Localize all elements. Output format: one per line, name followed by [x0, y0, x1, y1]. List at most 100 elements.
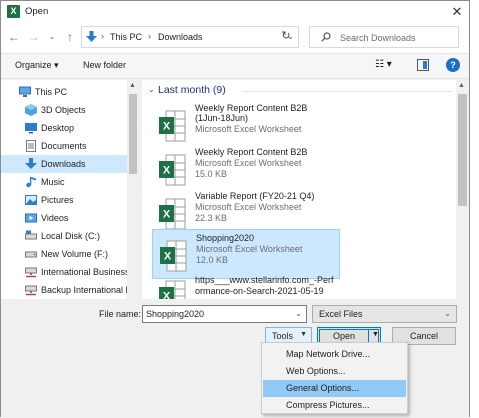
file-item[interactable]: X Weekly Report Content B2B Microsoft Ex…: [152, 144, 342, 194]
group-divider: [242, 91, 452, 92]
file-name-continued: (1Jun-18Jun): [195, 113, 249, 123]
nav-item-local-disk[interactable]: Local Disk (C:): [1, 227, 127, 245]
search-input[interactable]: Search Downloads: [340, 33, 416, 43]
close-icon: ✕: [451, 4, 463, 19]
local-disk-icon: [25, 230, 37, 240]
file-name: Weekly Report Content B2B: [195, 103, 308, 113]
scroll-up-icon[interactable]: ▲: [129, 82, 136, 89]
tools-menu: Map Network Drive... Web Options... Gene…: [261, 342, 408, 414]
file-scrollbar-thumb[interactable]: [458, 94, 467, 206]
nav-item-international-business[interactable]: International Business: [1, 263, 130, 281]
group-header-last-month[interactable]: Last month (9): [158, 84, 226, 96]
breadcrumb-downloads[interactable]: Downloads: [158, 32, 203, 42]
network-drive-icon: [25, 285, 37, 296]
computer-icon: [19, 86, 31, 97]
change-view-button[interactable]: ☷ ▾: [375, 59, 397, 73]
nav-item-downloads[interactable]: Downloads: [1, 155, 127, 173]
nav-item-3d-objects[interactable]: 3D Objects: [1, 101, 127, 119]
breadcrumb-separator: ›: [148, 31, 151, 41]
music-folder-icon: [26, 177, 36, 188]
split-divider: [368, 330, 369, 342]
svg-text:X: X: [163, 165, 171, 177]
nav-item-documents[interactable]: Documents: [1, 137, 127, 155]
pictures-folder-icon: [25, 195, 37, 205]
chevron-down-icon: ⌄: [48, 32, 56, 41]
breadcrumb-this-pc[interactable]: This PC: [110, 32, 142, 42]
new-folder-button[interactable]: New folder: [83, 60, 126, 70]
refresh-icon: ↻: [281, 30, 291, 42]
navigation-bar: ← → ⌄ ↑ › This PC › Downloads ⌄ ↻ Search…: [1, 23, 469, 53]
nav-pane-scrollbar[interactable]: ▲: [127, 80, 139, 299]
nav-scrollbar-thumb[interactable]: [129, 94, 137, 174]
file-type-value: Excel Files: [319, 309, 363, 319]
file-type-select[interactable]: Excel Files ⌄: [312, 305, 457, 323]
menu-item-web-options[interactable]: Web Options...: [263, 363, 406, 380]
file-name-continued: ormance-on-Search-2021-05-19: [195, 286, 324, 296]
view-list-icon: ☷ ▾: [375, 59, 392, 70]
search-box[interactable]: Search Downloads: [309, 26, 459, 48]
drive-icon: [25, 251, 37, 258]
forward-button[interactable]: →: [27, 29, 41, 45]
nav-item-this-pc[interactable]: This PC: [1, 83, 127, 101]
file-name: Weekly Report Content B2B: [195, 147, 308, 157]
recent-locations-button[interactable]: ⌄: [45, 29, 59, 45]
preview-pane-button[interactable]: [417, 59, 429, 71]
excel-file-icon: X: [160, 240, 187, 272]
nav-item-pictures[interactable]: Pictures: [1, 191, 127, 209]
command-toolbar: Organize ▾ New folder ☷ ▾ ?: [1, 53, 469, 79]
svg-text:X: X: [163, 121, 171, 133]
nav-item-new-volume[interactable]: New Volume (F:): [1, 245, 127, 263]
excel-app-icon: X: [7, 5, 20, 18]
network-drive-icon: [25, 267, 37, 278]
desktop-folder-icon: [25, 123, 37, 134]
up-arrow-icon: ↑: [67, 30, 73, 44]
menu-item-general-options[interactable]: General Options...: [263, 380, 406, 397]
nav-item-music[interactable]: Music: [1, 173, 127, 191]
navigation-pane: This PC 3D Objects Desktop Documents Dow…: [1, 80, 139, 299]
file-name: Variable Report (FY20-21 Q4): [195, 191, 315, 201]
open-label: Open: [333, 331, 356, 341]
back-button[interactable]: ←: [7, 29, 21, 45]
file-type: Microsoft Excel Worksheet: [196, 244, 303, 254]
refresh-button[interactable]: ↻: [277, 29, 295, 42]
address-bar[interactable]: › This PC › Downloads ⌄: [81, 26, 299, 48]
file-type: Microsoft Excel Worksheet: [195, 158, 302, 168]
svg-text:X: X: [163, 209, 171, 221]
excel-file-icon: X: [159, 110, 186, 142]
menu-item-map-network-drive[interactable]: Map Network Drive...: [263, 346, 406, 363]
file-name: Shopping2020: [196, 233, 255, 243]
documents-folder-icon: [26, 140, 36, 152]
file-pane-scrollbar[interactable]: ▲: [456, 80, 469, 299]
help-button[interactable]: ?: [446, 58, 460, 72]
nav-item-desktop[interactable]: Desktop: [1, 119, 127, 137]
collapse-group-icon[interactable]: ⌄: [148, 85, 155, 94]
cancel-label: Cancel: [409, 331, 438, 341]
open-options-dropdown[interactable]: ▼: [372, 331, 379, 338]
file-name-value: Shopping2020: [146, 309, 205, 319]
menu-item-compress-pictures[interactable]: Compress Pictures...: [263, 397, 406, 414]
organize-button[interactable]: Organize ▾: [15, 60, 59, 71]
excel-file-icon: X: [159, 198, 186, 230]
scroll-up-icon[interactable]: ▲: [458, 82, 465, 89]
up-button[interactable]: ↑: [63, 29, 77, 45]
downloads-folder-icon: [25, 158, 37, 169]
cube-folder-icon: [25, 104, 37, 116]
chevron-down-icon[interactable]: ⌄: [295, 309, 302, 318]
file-size: 15.0 KB: [195, 169, 228, 179]
file-item[interactable]: X Weekly Report Content B2B (1Jun-18Jun)…: [152, 100, 342, 150]
excel-file-icon: X: [159, 280, 186, 299]
file-size: 12.0 KB: [196, 255, 229, 265]
nav-item-backup-international-business[interactable]: Backup International Business: [1, 281, 139, 299]
file-type: Microsoft Excel Worksheet: [195, 202, 302, 212]
downloads-arrow-icon: [86, 31, 97, 42]
nav-item-videos[interactable]: Videos: [1, 209, 127, 227]
file-item[interactable]: X https___www.stellarinfo.com_-Perf orma…: [152, 270, 342, 299]
videos-folder-icon: [25, 213, 37, 223]
forward-arrow-icon: →: [28, 30, 40, 44]
close-button[interactable]: ✕: [449, 4, 465, 20]
window-title: Open: [25, 6, 49, 17]
title-bar: X Open ✕: [1, 1, 469, 23]
file-name: https___www.stellarinfo.com_-Perf: [195, 275, 334, 285]
file-name-input[interactable]: Shopping2020 ⌄: [142, 305, 307, 323]
tools-label: Tools: [272, 331, 294, 341]
